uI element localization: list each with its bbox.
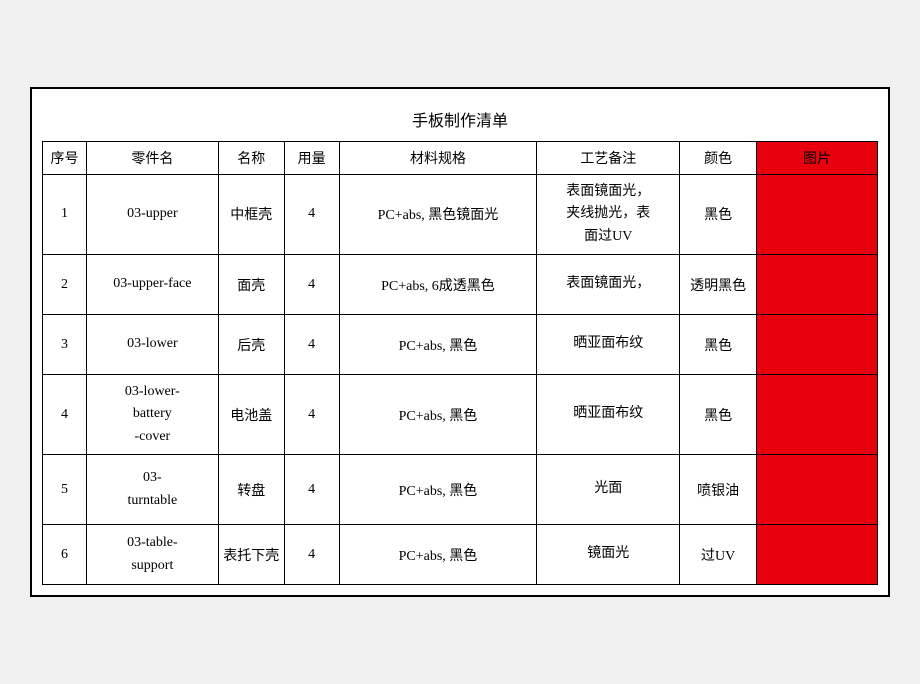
table-cell: 3 (43, 315, 87, 375)
table-cell: 黑色 (680, 375, 757, 455)
table-cell: 表面镜面光， (537, 255, 680, 315)
table-cell: 中框壳 (218, 174, 284, 254)
table-cell: 表托下壳 (218, 525, 284, 585)
header-qty: 用量 (284, 141, 339, 174)
table-cell: 4 (284, 525, 339, 585)
table-cell: 2 (43, 255, 87, 315)
table-cell: 喷银油 (680, 455, 757, 525)
table-cell: 转盘 (218, 455, 284, 525)
table-cell: 03-table- support (86, 525, 218, 585)
table-cell: PC+abs, 6成透黑色 (339, 255, 537, 315)
table-cell: PC+abs, 黑色 (339, 455, 537, 525)
table-cell: 4 (284, 315, 339, 375)
table-cell: 03-lower (86, 315, 218, 375)
header-pic: 图片 (757, 141, 878, 174)
table-cell: 黑色 (680, 174, 757, 254)
table-row: 503- turntable转盘4PC+abs, 黑色光面喷银油 (43, 455, 878, 525)
table-cell: 5 (43, 455, 87, 525)
bom-table-wrapper: 手板制作清单 序号 零件名 名称 用量 材料规格 工艺备注 颜色 图片 103-… (30, 87, 890, 597)
table-cell: 镜面光 (537, 525, 680, 585)
table-cell (757, 174, 878, 254)
table-cell: 晒亚面布纹 (537, 315, 680, 375)
header-name: 名称 (218, 141, 284, 174)
bom-table: 序号 零件名 名称 用量 材料规格 工艺备注 颜色 图片 103-upper中框… (42, 141, 878, 585)
table-cell: PC+abs, 黑色 (339, 315, 537, 375)
table-cell: 黑色 (680, 315, 757, 375)
table-row: 203-upper-face面壳4PC+abs, 6成透黑色表面镜面光，透明黑色 (43, 255, 878, 315)
table-cell (757, 525, 878, 585)
table-cell: 4 (284, 255, 339, 315)
table-cell: PC+abs, 黑色 (339, 525, 537, 585)
table-row: 303-lower后壳4PC+abs, 黑色晒亚面布纹黑色 (43, 315, 878, 375)
table-cell: 电池盖 (218, 375, 284, 455)
table-cell: 4 (43, 375, 87, 455)
table-row: 603-table- support表托下壳4PC+abs, 黑色镜面光过UV (43, 525, 878, 585)
table-cell: 后壳 (218, 315, 284, 375)
table-cell: 6 (43, 525, 87, 585)
table-row: 103-upper中框壳4PC+abs, 黑色镜面光表面镜面光， 夹线抛光，表 … (43, 174, 878, 254)
table-cell: 过UV (680, 525, 757, 585)
table-cell (757, 455, 878, 525)
header-color: 颜色 (680, 141, 757, 174)
table-cell: 03-lower- battery -cover (86, 375, 218, 455)
table-cell (757, 255, 878, 315)
table-cell: 1 (43, 174, 87, 254)
header-row: 序号 零件名 名称 用量 材料规格 工艺备注 颜色 图片 (43, 141, 878, 174)
table-cell: 4 (284, 375, 339, 455)
table-cell: 03-upper-face (86, 255, 218, 315)
header-spec: 材料规格 (339, 141, 537, 174)
table-cell: 4 (284, 455, 339, 525)
header-process: 工艺备注 (537, 141, 680, 174)
table-cell: 03-upper (86, 174, 218, 254)
table-cell (757, 315, 878, 375)
table-cell: 表面镜面光， 夹线抛光，表 面过UV (537, 174, 680, 254)
table-cell: 面壳 (218, 255, 284, 315)
table-row: 403-lower- battery -cover电池盖4PC+abs, 黑色晒… (43, 375, 878, 455)
table-cell: 光面 (537, 455, 680, 525)
table-cell (757, 375, 878, 455)
table-title: 手板制作清单 (42, 99, 878, 141)
header-part: 零件名 (86, 141, 218, 174)
table-cell: 透明黑色 (680, 255, 757, 315)
table-cell: 03- turntable (86, 455, 218, 525)
table-cell: PC+abs, 黑色 (339, 375, 537, 455)
table-cell: PC+abs, 黑色镜面光 (339, 174, 537, 254)
table-cell: 4 (284, 174, 339, 254)
header-seq: 序号 (43, 141, 87, 174)
table-cell: 晒亚面布纹 (537, 375, 680, 455)
